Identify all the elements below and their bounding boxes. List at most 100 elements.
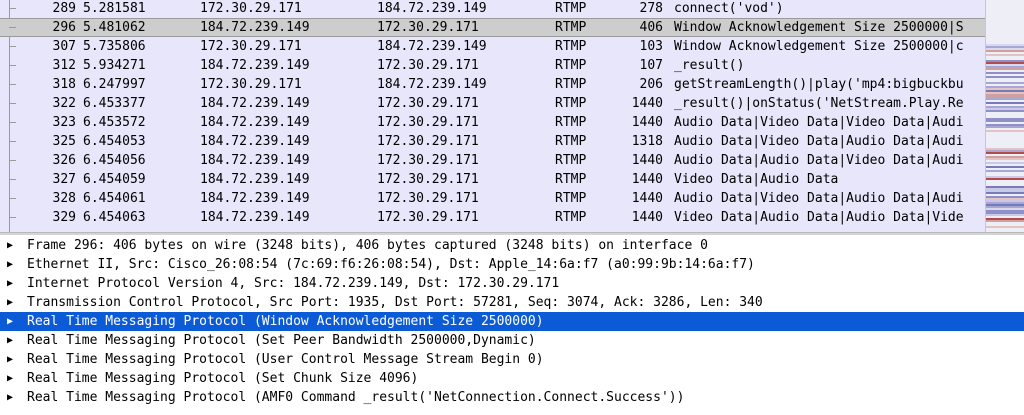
detail-item-label: Real Time Messaging Protocol (Window Ack…	[27, 314, 544, 329]
packet-protocol: RTMP	[555, 134, 587, 149]
packet-destination: 172.30.29.171	[377, 115, 479, 130]
detail-item[interactable]: Transmission Control Protocol, Src Port:…	[0, 293, 1024, 312]
expand-triangle-icon[interactable]	[7, 236, 19, 255]
detail-item[interactable]: Real Time Messaging Protocol (Window Ack…	[0, 312, 1024, 331]
packet-info: Video Data|Audio Data	[674, 172, 839, 187]
expand-triangle-icon[interactable]	[7, 331, 19, 350]
packet-row[interactable]: 327 6.454059 184.72.239.149 172.30.29.171 RT…	[0, 170, 985, 189]
minimap-stripe	[986, 50, 1024, 52]
minimap-stripe	[986, 102, 1024, 104]
packet-time: 5.934271	[83, 58, 146, 73]
minimap-stripe	[986, 130, 1024, 132]
packet-minimap-scrollbar[interactable]	[985, 0, 1024, 232]
minimap-stripe	[986, 220, 1024, 222]
packet-length: 1440	[631, 172, 663, 187]
packet-source: 184.72.239.149	[200, 191, 310, 206]
packet-info: _result()|onStatus('NetStream.Play.Re	[674, 96, 964, 111]
detail-item-label: Ethernet II, Src: Cisco_26:08:54 (7c:69:…	[27, 257, 755, 272]
packet-source: 172.30.29.171	[200, 39, 302, 54]
expand-triangle-icon[interactable]	[7, 293, 19, 312]
packet-time: 6.454053	[83, 134, 146, 149]
packet-number: 296	[52, 20, 76, 35]
packet-destination: 172.30.29.171	[377, 172, 479, 187]
guide-tick	[9, 160, 16, 161]
detail-item-label: Real Time Messaging Protocol (Set Chunk …	[27, 371, 419, 386]
minimap-stripe	[986, 68, 1024, 70]
packet-row[interactable]: 318 6.247997 172.30.29.171 184.72.239.149 RT…	[0, 75, 985, 94]
detail-item[interactable]: Ethernet II, Src: Cisco_26:08:54 (7c:69:…	[0, 255, 1024, 274]
packet-length: 1440	[631, 153, 663, 168]
expand-triangle-icon[interactable]	[7, 369, 19, 388]
packet-number: 326	[52, 153, 76, 168]
packet-length: 1318	[631, 134, 663, 149]
minimap-stripe	[986, 166, 1024, 168]
expand-triangle-icon[interactable]	[7, 388, 19, 407]
packet-protocol: RTMP	[555, 172, 587, 187]
packet-time: 5.281581	[83, 1, 146, 16]
packet-row[interactable]: 312 5.934271 184.72.239.149 172.30.29.171 RT…	[0, 56, 985, 75]
packet-source: 184.72.239.149	[200, 58, 310, 73]
guide-tick	[9, 217, 16, 218]
packet-length: 103	[639, 39, 663, 54]
expand-triangle-icon[interactable]	[7, 274, 19, 293]
packet-row[interactable]: 323 6.453572 184.72.239.149 172.30.29.171 RT…	[0, 113, 985, 132]
packet-source: 172.30.29.171	[200, 1, 302, 16]
detail-item[interactable]: Real Time Messaging Protocol (Set Peer B…	[0, 331, 1024, 350]
packet-number: 329	[52, 210, 76, 225]
minimap-stripe	[986, 162, 1024, 164]
packet-number: 325	[52, 134, 76, 149]
packet-number: 323	[52, 115, 76, 130]
packet-row[interactable]: 289 5.281581 172.30.29.171 184.72.239.149 RT…	[0, 0, 985, 18]
packet-time: 6.453572	[83, 115, 146, 130]
detail-item[interactable]: Real Time Messaging Protocol (AMF0 Comma…	[0, 388, 1024, 407]
packet-info: Audio Data|Video Data|Audio Data|Audi	[674, 134, 964, 149]
minimap-stripe	[986, 76, 1024, 78]
guide-tick	[9, 198, 16, 199]
packet-row[interactable]: 296 5.481062 184.72.239.149 172.30.29.171 RT…	[0, 18, 985, 37]
packet-time: 6.454063	[83, 210, 146, 225]
packet-number: 307	[52, 39, 76, 54]
packet-length: 1440	[631, 210, 663, 225]
minimap-stripe	[986, 214, 1024, 216]
detail-item-label: Transmission Control Protocol, Src Port:…	[27, 295, 763, 310]
packet-source: 172.30.29.171	[200, 77, 302, 92]
packet-protocol: RTMP	[555, 210, 587, 225]
packet-row[interactable]: 328 6.454061 184.72.239.149 172.30.29.171 RT…	[0, 189, 985, 208]
guide-tick	[9, 65, 16, 66]
packet-length: 107	[639, 58, 663, 73]
guide-tick	[9, 46, 16, 47]
guide-tick	[9, 84, 16, 85]
packet-time: 6.454056	[83, 153, 146, 168]
packet-destination: 172.30.29.171	[377, 58, 479, 73]
detail-item[interactable]: Real Time Messaging Protocol (User Contr…	[0, 350, 1024, 369]
guide-tick	[9, 103, 16, 104]
packet-list[interactable]: 289 5.281581 172.30.29.171 184.72.239.149 RT…	[0, 0, 985, 232]
packet-row[interactable]: 329 6.454063 184.72.239.149 172.30.29.171 RT…	[0, 208, 985, 227]
packet-row[interactable]: 307 5.735806 172.30.29.171 184.72.239.149 RT…	[0, 37, 985, 56]
packet-number: 289	[52, 1, 76, 16]
packet-destination: 172.30.29.171	[377, 96, 479, 111]
detail-item[interactable]: Real Time Messaging Protocol (Set Chunk …	[0, 369, 1024, 388]
packet-destination: 172.30.29.171	[377, 134, 479, 149]
packet-time: 6.453377	[83, 96, 146, 111]
expand-triangle-icon[interactable]	[7, 350, 19, 369]
expand-triangle-icon[interactable]	[7, 255, 19, 274]
packet-time: 6.454061	[83, 191, 146, 206]
packet-protocol: RTMP	[555, 191, 587, 206]
packet-number: 328	[52, 191, 76, 206]
detail-item[interactable]: Frame 296: 406 bytes on wire (3248 bits)…	[0, 236, 1024, 255]
expand-triangle-icon[interactable]	[7, 312, 19, 331]
detail-item-label: Internet Protocol Version 4, Src: 184.72…	[27, 276, 560, 291]
packet-protocol: RTMP	[555, 153, 587, 168]
packet-row[interactable]: 325 6.454053 184.72.239.149 172.30.29.171 RT…	[0, 132, 985, 151]
packet-row[interactable]: 326 6.454056 184.72.239.149 172.30.29.171 RT…	[0, 151, 985, 170]
packet-length: 206	[639, 77, 663, 92]
detail-item[interactable]: Internet Protocol Version 4, Src: 184.72…	[0, 274, 1024, 293]
packet-source: 184.72.239.149	[200, 153, 310, 168]
guide-tick	[9, 27, 16, 28]
packet-destination: 172.30.29.171	[377, 20, 479, 35]
packet-protocol: RTMP	[555, 77, 587, 92]
packet-details-tree[interactable]: Frame 296: 406 bytes on wire (3248 bits)…	[0, 235, 1024, 415]
minimap-stripe	[986, 170, 1024, 172]
packet-row[interactable]: 322 6.453377 184.72.239.149 172.30.29.171 RT…	[0, 94, 985, 113]
